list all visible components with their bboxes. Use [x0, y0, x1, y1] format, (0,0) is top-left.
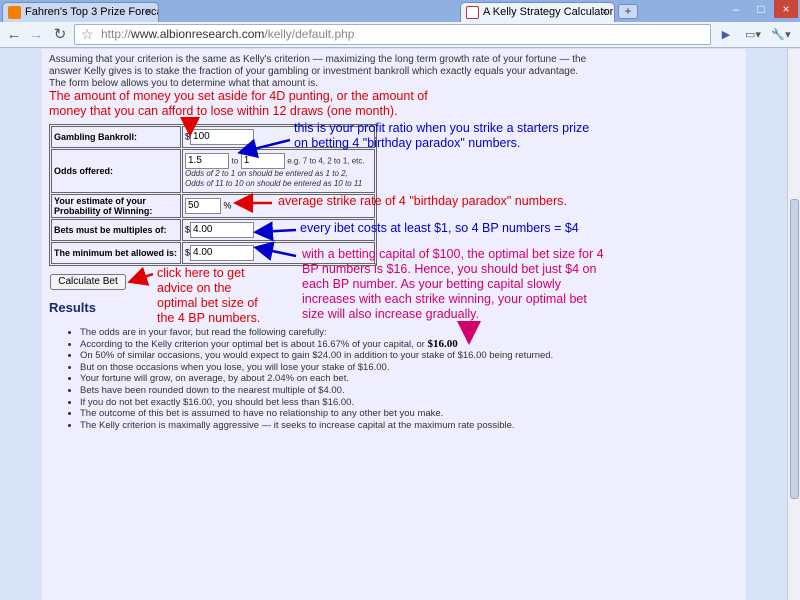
arrow-to-multiple [253, 221, 297, 242]
arrow-to-calculate [127, 266, 154, 286]
arrow-to-min-bet [253, 241, 297, 261]
annotation-arrows [127, 117, 481, 345]
arrow-to-odds [237, 138, 291, 159]
